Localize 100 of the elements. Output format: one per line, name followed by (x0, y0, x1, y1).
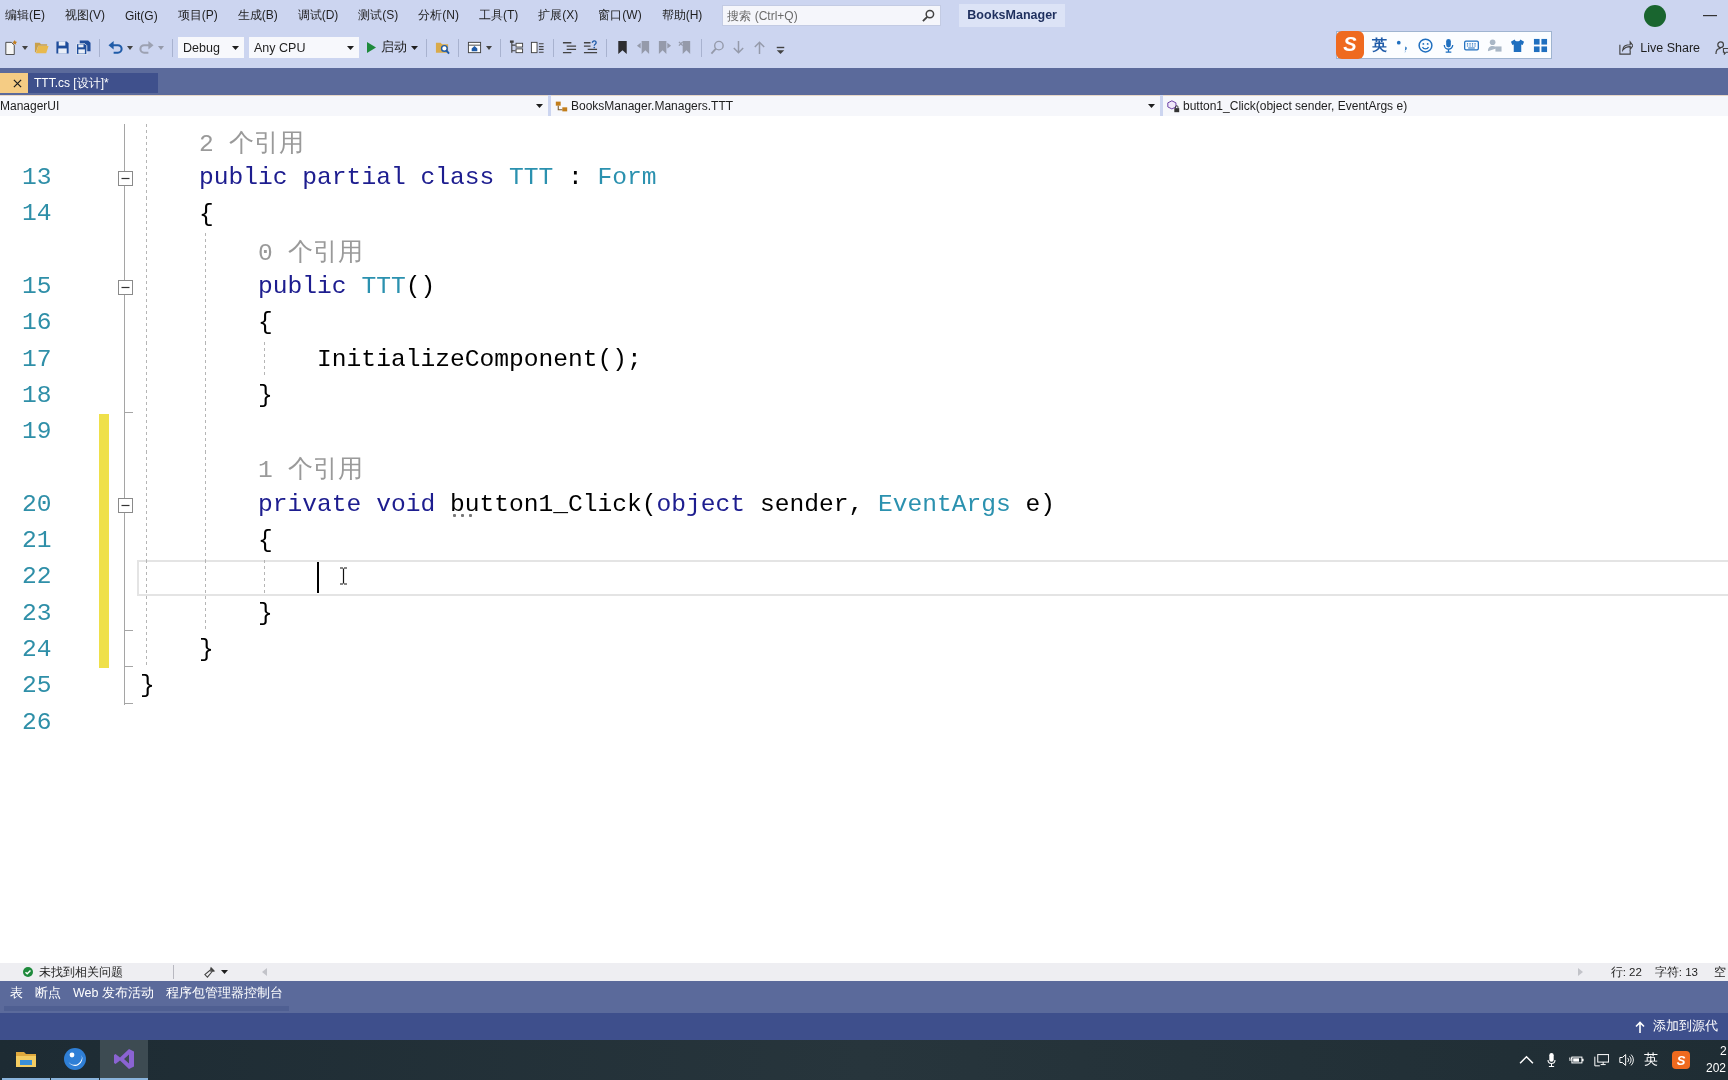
document-tab[interactable] (0, 73, 28, 93)
member-dropdown[interactable]: button1_Click(object sender, EventArgs e) (1163, 95, 1728, 116)
line-number: 16 (22, 311, 52, 336)
undo-icon[interactable] (108, 40, 123, 55)
code-line: { (199, 200, 214, 229)
bookmark-icon[interactable] (615, 40, 630, 55)
window-icon[interactable] (467, 40, 482, 55)
ribbon-logo-icon (112, 1047, 136, 1071)
crescent-circle-icon (63, 1047, 87, 1071)
code-line: } (199, 636, 214, 665)
new-file-icon[interactable] (3, 40, 18, 55)
code-line: public TTT() (258, 273, 436, 302)
smiley-icon[interactable] (1418, 37, 1433, 53)
menu-item[interactable]: 调试(D) (297, 7, 339, 24)
code-line: } (258, 382, 273, 411)
line-number: 23 (22, 601, 52, 627)
line-indicator: 行: 22 (1610, 964, 1642, 980)
line-number: 19 (22, 420, 52, 445)
caret-icon (1148, 104, 1155, 108)
folder-search-icon[interactable] (435, 40, 450, 55)
menu-item[interactable]: Git(G) (125, 8, 158, 23)
menu-item[interactable]: 分析(N) (418, 7, 459, 24)
menu-item[interactable]: 测试(S) (358, 7, 399, 24)
floppy-disks-icon[interactable] (76, 40, 91, 55)
code-line: { (258, 309, 273, 338)
line-number: 13 (22, 166, 52, 191)
collapse-icon[interactable] (117, 170, 133, 186)
minimize-icon[interactable] (1703, 14, 1717, 17)
caret-icon (411, 45, 418, 50)
line-number: 15 (22, 275, 52, 300)
monitor-icon[interactable] (1594, 1053, 1609, 1067)
line-number: 18 (22, 383, 52, 409)
issues-status[interactable]: 未找到相关问题 (39, 964, 123, 980)
caret-icon (232, 45, 239, 50)
line-number: 24 (22, 638, 52, 663)
indent-indicator: 空 (1714, 964, 1726, 980)
start-button[interactable]: 启动 (364, 36, 421, 59)
close-icon[interactable] (13, 78, 22, 88)
i-beam-pointer-icon (339, 566, 348, 585)
code-line: } (140, 672, 155, 701)
speaker-icon[interactable] (1619, 1053, 1634, 1067)
type-dropdown[interactable]: BooksManager.Managers.TTT (551, 95, 1160, 116)
menu-item[interactable]: 生成(B) (237, 7, 278, 24)
arrow-up-icon (1635, 1020, 1645, 1033)
taskbar-button[interactable] (100, 1040, 148, 1080)
code-line: } (258, 599, 273, 629)
shirt-icon[interactable] (1510, 37, 1525, 53)
code-line: InitializeComponent(); (317, 345, 642, 375)
column-indicator: 字符: 13 (1654, 964, 1698, 980)
lines-icon[interactable] (562, 40, 577, 55)
line-number: 14 (22, 202, 52, 228)
lines-question-icon[interactable] (583, 40, 598, 55)
cube-lock-icon (1167, 99, 1180, 113)
menu-item[interactable]: 窗口(W) (598, 7, 642, 24)
clock-text[interactable]: 202 (1706, 1060, 1728, 1077)
live-share-button[interactable]: Live Share (1618, 36, 1700, 59)
text-caret (317, 562, 320, 594)
input-mode-toggle[interactable]: 英 (1372, 35, 1387, 55)
battery-plug-icon[interactable] (1569, 1053, 1584, 1067)
grid-icon[interactable] (1533, 37, 1548, 53)
avatar[interactable] (1644, 4, 1666, 27)
platform-dropdown[interactable]: Any CPU (249, 37, 359, 58)
tree-icon[interactable] (509, 40, 524, 55)
microphone-icon[interactable] (1544, 1053, 1559, 1067)
project-dropdown[interactable]: ManagerUI (0, 95, 548, 116)
caret-icon[interactable] (22, 45, 28, 50)
line-number: 17 (22, 347, 52, 373)
menu-item[interactable]: 扩展(X) (538, 7, 579, 24)
line-number: 21 (22, 529, 52, 554)
line-number: 26 (22, 710, 52, 736)
caret-icon (536, 104, 543, 108)
share-icon (1618, 40, 1634, 55)
person-chat-icon[interactable] (1715, 40, 1728, 55)
class-icon (555, 99, 568, 113)
menu-item[interactable]: 编辑(E) (5, 7, 45, 24)
document-tab[interactable]: TTT.cs [设计]* (28, 73, 158, 93)
caret-icon[interactable] (127, 45, 133, 50)
code-line: public partial class TTT : Form (199, 164, 657, 193)
code-line: private void button1_Click(object sender, EventArgs e) (258, 490, 1056, 520)
source-control-status[interactable]: 添加到源代 (1653, 1018, 1718, 1035)
caret-icon[interactable] (221, 970, 228, 974)
columns-icon[interactable] (530, 40, 545, 55)
clock-text[interactable]: 2 (1706, 1043, 1728, 1060)
menu-item[interactable]: 帮助(H) (661, 7, 703, 24)
input-language[interactable]: 英 (1644, 1051, 1658, 1069)
search-field[interactable]: 搜索 (Ctrl+Q) (722, 5, 942, 26)
collapse-icon[interactable] (117, 497, 133, 513)
configuration-dropdown[interactable]: Debug (178, 37, 244, 58)
collapse-icon[interactable] (117, 279, 133, 295)
caret-icon[interactable] (486, 45, 492, 50)
solution-name: BooksManager (959, 4, 1065, 27)
chevron-up-icon[interactable] (1519, 1053, 1534, 1067)
menu-item[interactable]: 项目(P) (177, 7, 218, 24)
line-number: 22 (22, 565, 52, 590)
menu-item[interactable]: 工具(T) (479, 7, 519, 24)
search-icon[interactable] (922, 9, 936, 22)
brush-icon[interactable] (204, 966, 216, 978)
play-icon (367, 42, 376, 53)
menu-item[interactable]: 视图(V) (65, 7, 105, 24)
check-circle-icon (23, 967, 33, 977)
